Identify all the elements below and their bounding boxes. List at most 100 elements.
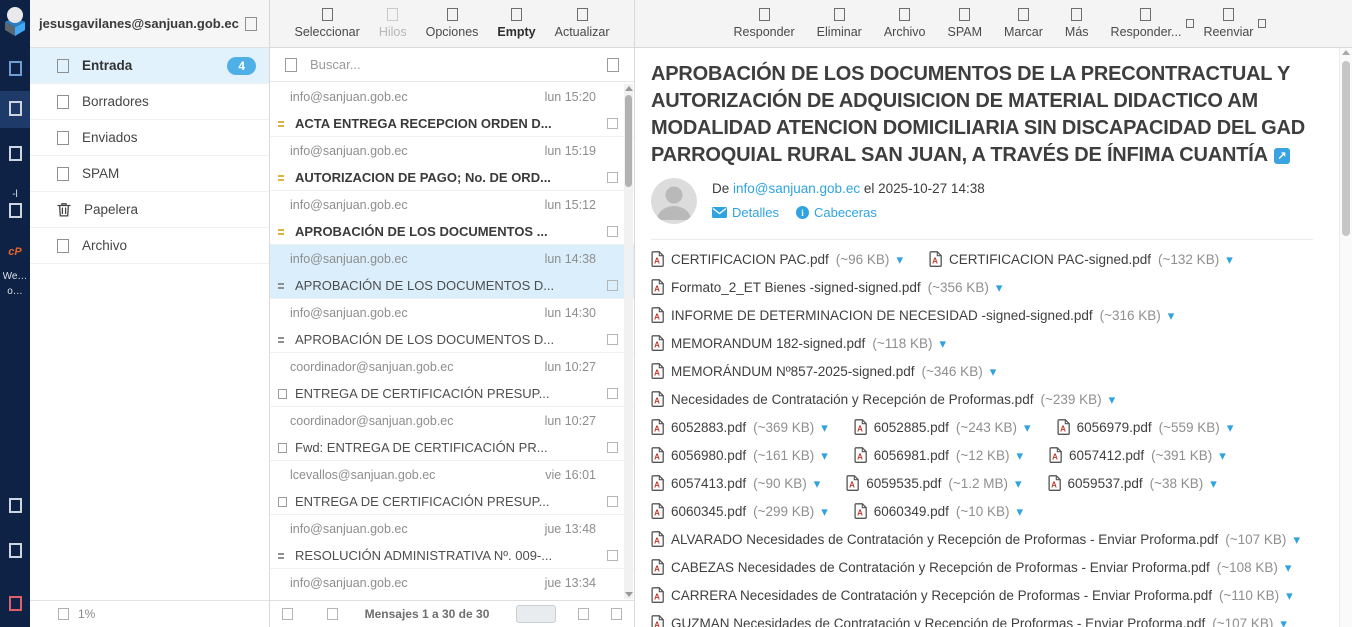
folder-item-spam[interactable]: SPAM <box>30 156 269 192</box>
rail-icon-3[interactable] <box>0 146 30 161</box>
folder-item-archivo[interactable]: Archivo <box>30 228 269 264</box>
folder-item-entrada[interactable]: Entrada 4 <box>30 48 269 84</box>
message-row[interactable]: lcevallos@sanjuan.gob.ec vie 16:01 ENTRE… <box>270 461 634 515</box>
download-caret-icon[interactable]: ▾ <box>1015 477 1022 490</box>
attachment[interactable]: A 6052885.pdf (~243 KB) ▾ <box>854 419 1031 435</box>
rail-icon-2-active[interactable] <box>0 101 30 116</box>
attachment-name[interactable]: CABEZAS Necesidades de Contratación y Re… <box>671 560 1210 575</box>
attachment[interactable]: A 6052883.pdf (~369 KB) ▾ <box>651 419 828 435</box>
toolbar-button-spam[interactable]: SPAM <box>948 8 983 47</box>
message-checkbox[interactable] <box>607 226 618 237</box>
toolbar-button-archivo[interactable]: Archivo <box>884 8 926 47</box>
open-in-new-window-icon[interactable]: ↗ <box>1274 148 1290 164</box>
attachment[interactable]: A INFORME DE DETERMINACION DE NECESIDAD … <box>651 307 1174 323</box>
download-caret-icon[interactable]: ▾ <box>1227 421 1234 434</box>
download-caret-icon[interactable]: ▾ <box>1226 253 1233 266</box>
message-row[interactable]: info@sanjuan.gob.ec lun 14:38 APROBACIÓN… <box>270 245 634 299</box>
folder-item-papelera[interactable]: Papelera <box>30 192 269 228</box>
mail-scrollbar[interactable] <box>1339 48 1352 627</box>
attachment-name[interactable]: Formato_2_ET Bienes -signed-signed.pdf <box>671 280 921 295</box>
attachment-name[interactable]: 6060349.pdf <box>874 504 949 519</box>
app-logo[interactable] <box>0 5 30 37</box>
attachment-name[interactable]: 6059535.pdf <box>866 476 941 491</box>
scroll-up-arrow[interactable] <box>1342 50 1350 55</box>
attachment[interactable]: A Formato_2_ET Bienes -signed-signed.pdf… <box>651 279 1002 295</box>
footer-icon-1[interactable] <box>282 608 293 620</box>
attachment[interactable]: A GUZMAN Necesidades de Contratación y R… <box>651 615 1287 627</box>
details-button[interactable]: Detalles <box>712 205 779 220</box>
attachment[interactable]: A 6060349.pdf (~10 KB) ▾ <box>854 503 1023 519</box>
message-row[interactable]: coordinador@sanjuan.gob.ec lun 10:27 ENT… <box>270 353 634 407</box>
toolbar-button-seleccionar[interactable]: Seleccionar <box>294 8 359 47</box>
download-caret-icon[interactable]: ▾ <box>990 365 997 378</box>
cpanel-logo[interactable]: cP <box>0 246 30 258</box>
attachment-name[interactable]: ALVARADO Necesidades de Contratación y R… <box>671 532 1218 547</box>
page-jump-box[interactable] <box>516 605 556 623</box>
download-caret-icon[interactable]: ▾ <box>821 505 828 518</box>
download-caret-icon[interactable]: ▾ <box>1017 449 1024 462</box>
footer-icon-3[interactable] <box>578 608 589 620</box>
download-caret-icon[interactable]: ▾ <box>1168 309 1175 322</box>
download-caret-icon[interactable]: ▾ <box>940 337 947 350</box>
message-checkbox[interactable] <box>607 550 618 561</box>
rail-icon-4[interactable] <box>0 203 30 218</box>
sender-email-link[interactable]: info@sanjuan.gob.ec <box>733 181 860 196</box>
attachment[interactable]: A 6057412.pdf (~391 KB) ▾ <box>1049 447 1226 463</box>
attachment-name[interactable]: Necesidades de Contratación y Recepción … <box>671 392 1033 407</box>
attachment[interactable]: A CABEZAS Necesidades de Contratación y … <box>651 559 1291 575</box>
message-checkbox[interactable] <box>607 442 618 453</box>
toolbar-button-actualizar[interactable]: Actualizar <box>555 8 610 47</box>
attachment-name[interactable]: CERTIFICACION PAC-signed.pdf <box>949 252 1151 267</box>
download-caret-icon[interactable]: ▾ <box>896 253 903 266</box>
scroll-down-arrow[interactable] <box>625 592 633 597</box>
search-input[interactable]: Buscar... <box>310 57 361 72</box>
attachment-name[interactable]: 6052885.pdf <box>874 420 949 435</box>
message-row[interactable]: info@sanjuan.gob.ec lun 15:12 APROBACIÓN… <box>270 191 634 245</box>
attachment[interactable]: A CARRERA Necesidades de Contratación y … <box>651 587 1293 603</box>
search-options-icon[interactable] <box>607 58 619 72</box>
list-scrollbar[interactable] <box>624 84 633 599</box>
attachment-name[interactable]: GUZMAN Necesidades de Contratación y Rec… <box>671 616 1205 627</box>
download-caret-icon[interactable]: ▾ <box>1210 477 1217 490</box>
folder-item-enviados[interactable]: Enviados <box>30 120 269 156</box>
message-row[interactable]: info@sanjuan.gob.ec lun 15:19 AUTORIZACI… <box>270 137 634 191</box>
attachment-name[interactable]: 6060345.pdf <box>671 504 746 519</box>
message-checkbox[interactable] <box>607 496 618 507</box>
message-checkbox[interactable] <box>607 334 618 345</box>
attachment[interactable]: A 6056979.pdf (~559 KB) ▾ <box>1057 419 1234 435</box>
download-caret-icon[interactable]: ▾ <box>1285 561 1292 574</box>
download-caret-icon[interactable]: ▾ <box>821 421 828 434</box>
message-checkbox[interactable] <box>607 118 618 129</box>
attachment[interactable]: A 6057413.pdf (~90 KB) ▾ <box>651 475 820 491</box>
download-caret-icon[interactable]: ▾ <box>996 281 1003 294</box>
message-checkbox[interactable] <box>607 172 618 183</box>
attachment[interactable]: A CERTIFICACION PAC-signed.pdf (~132 KB)… <box>929 251 1233 267</box>
toolbar-button-reenviar[interactable]: Reenviar <box>1203 8 1253 47</box>
attachment-name[interactable]: INFORME DE DETERMINACION DE NECESIDAD -s… <box>671 308 1093 323</box>
attachment[interactable]: A 6059535.pdf (~1.2 MB) ▾ <box>846 475 1021 491</box>
download-caret-icon[interactable]: ▾ <box>1017 505 1024 518</box>
rail-icon-6[interactable] <box>0 543 30 558</box>
message-row[interactable]: coordinador@sanjuan.gob.ec lun 10:27 Fwd… <box>270 407 634 461</box>
attachment-name[interactable]: 6052883.pdf <box>671 420 746 435</box>
message-row[interactable]: info@sanjuan.gob.ec lun 14:30 APROBACIÓN… <box>270 299 634 353</box>
attachment[interactable]: A CERTIFICACION PAC.pdf (~96 KB) ▾ <box>651 251 903 267</box>
attachment-name[interactable]: CERTIFICACION PAC.pdf <box>671 252 829 267</box>
rail-icon-5[interactable] <box>0 498 30 513</box>
attachment-name[interactable]: 6057412.pdf <box>1069 448 1144 463</box>
toolbar-button-ms[interactable]: Más <box>1065 8 1089 47</box>
attachment[interactable]: A 6059537.pdf (~38 KB) ▾ <box>1048 475 1217 491</box>
attachment[interactable]: A 6056981.pdf (~12 KB) ▾ <box>854 447 1023 463</box>
attachment-name[interactable]: 6056980.pdf <box>671 448 746 463</box>
toolbar-button-responder[interactable]: Responder <box>734 8 795 47</box>
scrollbar-thumb[interactable] <box>1342 61 1350 236</box>
attachment[interactable]: A Necesidades de Contratación y Recepció… <box>651 391 1115 407</box>
attachment-name[interactable]: 6057413.pdf <box>671 476 746 491</box>
attachment-name[interactable]: 6056979.pdf <box>1077 420 1152 435</box>
headers-button[interactable]: i Cabeceras <box>796 205 877 220</box>
toolbar-button-empty[interactable]: Empty <box>497 8 535 47</box>
toolbar-button-hilos[interactable]: Hilos <box>379 8 407 47</box>
message-row[interactable]: info@sanjuan.gob.ec lun 15:20 ACTA ENTRE… <box>270 83 634 137</box>
attachment[interactable]: A 6060345.pdf (~299 KB) ▾ <box>651 503 828 519</box>
message-row[interactable]: info@sanjuan.gob.ec jue 13:34 <box>270 569 634 600</box>
